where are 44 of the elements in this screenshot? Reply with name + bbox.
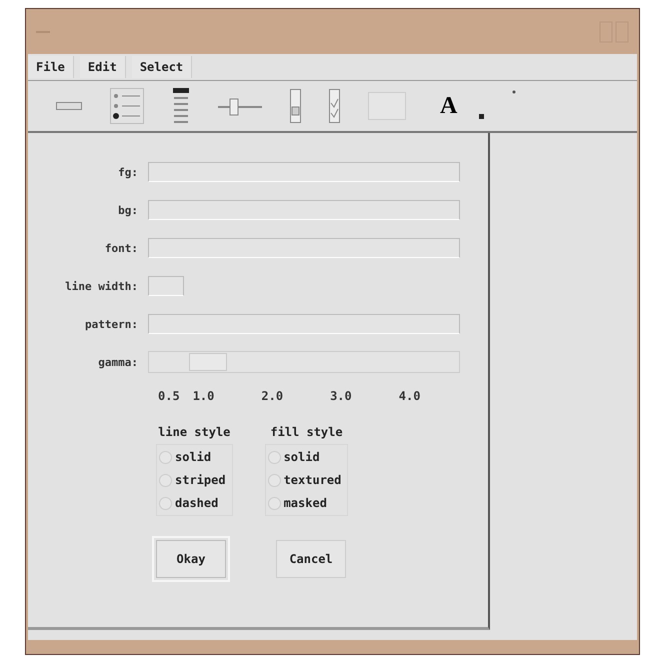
input-field[interactable] (148, 238, 460, 258)
menu-item[interactable]: Edit (80, 56, 126, 78)
field-label: font: (104, 242, 138, 254)
radio-label[interactable]: solid (284, 450, 320, 464)
radio-list-icon[interactable] (110, 88, 144, 124)
radio-button[interactable] (159, 474, 172, 486)
radio-label[interactable]: masked (284, 496, 327, 510)
text-tool[interactable]: A (440, 92, 458, 120)
scale-label: 3.0 (330, 389, 352, 403)
input-field[interactable] (148, 314, 460, 334)
input-field[interactable] (148, 276, 184, 296)
radio-button[interactable] (268, 474, 281, 486)
scale-label: 0.5 (158, 389, 180, 403)
radio-label[interactable]: solid (175, 450, 212, 464)
input-field[interactable] (148, 200, 460, 220)
slider-thumb[interactable] (188, 353, 227, 371)
radio-button[interactable] (268, 496, 281, 510)
field-label: fg: (118, 166, 138, 178)
input-field[interactable] (148, 162, 460, 182)
scale-label: 4.0 (398, 389, 420, 403)
frame-icon[interactable] (368, 92, 406, 120)
group-title: line style (158, 425, 230, 439)
scale-label: 2.0 (261, 389, 284, 403)
scale-label: 1.0 (192, 389, 214, 403)
field-label: bg: (118, 204, 138, 216)
radio-label[interactable]: textured (284, 473, 342, 487)
checkbox-column-icon[interactable] (329, 89, 340, 123)
radio-label[interactable]: dashed (175, 496, 218, 510)
field-label: line width: (65, 280, 138, 292)
small-dot-icon[interactable] (512, 90, 516, 94)
field-label: gamma: (98, 356, 138, 368)
radio-label[interactable]: striped (175, 473, 226, 487)
scrollbar-icon[interactable] (290, 89, 301, 123)
slider-track[interactable] (148, 351, 460, 373)
button-icon[interactable] (56, 102, 82, 110)
group-title: fill style (270, 425, 343, 439)
field-label: pattern: (85, 318, 138, 330)
menu-list-icon[interactable] (172, 88, 190, 124)
radio-button[interactable] (159, 450, 172, 464)
radio-button[interactable] (159, 496, 172, 510)
menu-item[interactable]: File (28, 56, 74, 78)
menu-item[interactable]: Select (132, 56, 192, 78)
radio-button[interactable] (268, 450, 281, 464)
dialog-button[interactable]: Cancel (276, 540, 346, 578)
